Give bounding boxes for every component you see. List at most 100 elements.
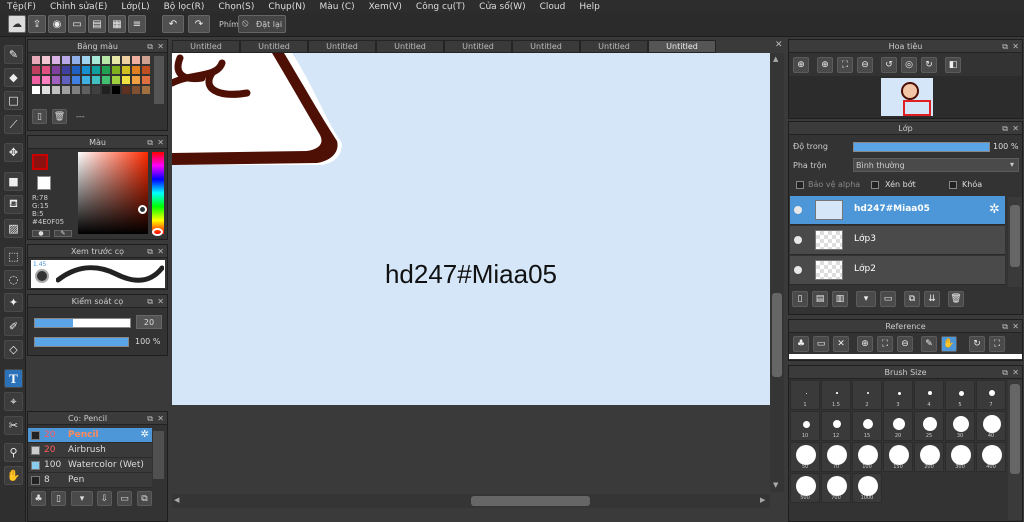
- select-rect-tool-icon[interactable]: ⬚: [4, 247, 23, 266]
- eraser-tool-icon[interactable]: ◆: [4, 68, 23, 87]
- navigator-viewport-rect[interactable]: [903, 100, 931, 116]
- document-icon[interactable]: ▤: [88, 15, 106, 33]
- select-eraser-tool-icon[interactable]: ◇: [4, 340, 23, 359]
- protect-alpha-checkbox[interactable]: [796, 181, 804, 189]
- rotate-right-icon[interactable]: ↻: [921, 57, 937, 73]
- brush-add-icon[interactable]: ♣: [31, 491, 46, 506]
- brush-size-cell[interactable]: 12: [821, 411, 851, 441]
- undo-icon[interactable]: ↶: [162, 15, 184, 33]
- palette-swatch[interactable]: [132, 66, 140, 74]
- zoom-fit-icon[interactable]: ⊕: [793, 57, 809, 73]
- palette-swatch[interactable]: [142, 76, 150, 84]
- operation-tool-icon[interactable]: ⌖: [4, 392, 23, 411]
- canvas[interactable]: hd247#Miaa05: [172, 53, 770, 405]
- brush-size-cell[interactable]: 100: [852, 442, 882, 472]
- palette-swatch[interactable]: [62, 56, 70, 64]
- brush-size-cell[interactable]: 70: [821, 442, 851, 472]
- palette-swatch[interactable]: [92, 86, 100, 94]
- brush-size-cell[interactable]: 500: [790, 473, 820, 503]
- tab-7[interactable]: Untitled: [648, 40, 716, 53]
- brush-size-cell[interactable]: 700: [821, 473, 851, 503]
- palette-swatch[interactable]: [142, 66, 150, 74]
- palette-swatch[interactable]: [42, 56, 50, 64]
- palette-swatch[interactable]: [42, 86, 50, 94]
- menu-item-4[interactable]: Chọn(S): [211, 2, 261, 12]
- bucket-tool-icon[interactable]: ⛾: [4, 195, 23, 214]
- reset-rotation-icon[interactable]: ◎: [901, 57, 917, 73]
- canvas-text[interactable]: hd247#Miaa05: [172, 259, 770, 290]
- hue-slider[interactable]: [152, 152, 164, 234]
- rectangle-tool-icon[interactable]: □: [4, 91, 23, 110]
- grid-icon[interactable]: ▦: [108, 15, 126, 33]
- eyedrop-color-button[interactable]: ✎: [54, 230, 72, 237]
- actual-size-icon[interactable]: ⛶: [877, 336, 893, 352]
- brush-size-scrollbar[interactable]: [1008, 380, 1022, 520]
- copy-icon[interactable]: ⧉: [137, 491, 152, 506]
- layer-row[interactable]: Lớp3: [790, 226, 1005, 255]
- new-layer-icon[interactable]: ▯: [792, 291, 808, 307]
- brush-menu-icon[interactable]: ▾: [71, 491, 93, 506]
- visibility-icon[interactable]: [794, 206, 802, 214]
- lasso-tool-icon[interactable]: ◌: [4, 270, 23, 289]
- brush-list-item[interactable]: 100 Watercolor (Wet): [28, 458, 152, 473]
- new-page-icon[interactable]: ▯: [32, 109, 47, 124]
- lock-checkbox[interactable]: [949, 181, 957, 189]
- menu-item-8[interactable]: Công cụ(T): [409, 2, 472, 12]
- brush-size-value[interactable]: 20: [136, 315, 162, 329]
- palette-swatch[interactable]: [92, 76, 100, 84]
- trash-icon[interactable]: 🗑: [52, 109, 67, 124]
- layer-scrollbar[interactable]: [1008, 197, 1022, 287]
- speech-bubble-icon[interactable]: ◉: [48, 15, 66, 33]
- brush-opacity-slider[interactable]: [34, 337, 129, 347]
- actual-size-icon[interactable]: ⛶: [837, 57, 853, 73]
- palette-swatch[interactable]: [142, 56, 150, 64]
- brush-size-cell[interactable]: 300: [945, 442, 975, 472]
- background-color-swatch[interactable]: [37, 176, 51, 190]
- tab-1[interactable]: Untitled: [240, 40, 308, 53]
- reference-view[interactable]: [789, 354, 1022, 359]
- cloud-icon[interactable]: ☁: [8, 15, 26, 33]
- brush-size-cell[interactable]: 20: [883, 411, 913, 441]
- flip-icon[interactable]: ◧: [945, 57, 961, 73]
- gear-icon[interactable]: ✲: [989, 202, 1000, 217]
- palette-swatch[interactable]: [32, 76, 40, 84]
- layer-row[interactable]: hd247#Miaa05 ✲: [790, 196, 1005, 225]
- brush-size-cell[interactable]: 40: [976, 411, 1006, 441]
- palette-swatch[interactable]: [52, 66, 60, 74]
- brush-list-item[interactable]: 8 Pen: [28, 473, 152, 488]
- color-picker-handle[interactable]: [138, 205, 147, 214]
- brush-tool-icon[interactable]: ✎: [4, 45, 23, 64]
- gear-icon[interactable]: ✲: [141, 429, 149, 440]
- menu-item-9[interactable]: Cửa sổ(W): [472, 2, 532, 12]
- layer-row[interactable]: Lớp2: [790, 256, 1005, 285]
- brush-size-cell[interactable]: 1: [790, 380, 820, 410]
- folder-icon[interactable]: ▭: [117, 491, 132, 506]
- palette-swatch[interactable]: [92, 56, 100, 64]
- palette-swatch[interactable]: [42, 76, 50, 84]
- palette-swatch[interactable]: [72, 86, 80, 94]
- palette-swatch[interactable]: [82, 76, 90, 84]
- eyedropper-tool-icon[interactable]: ⚲: [4, 443, 23, 462]
- palette-swatch[interactable]: [122, 66, 130, 74]
- layer-opacity-slider[interactable]: [853, 142, 990, 152]
- close-icon[interactable]: ✕: [833, 336, 849, 352]
- move-tool-icon[interactable]: ✥: [4, 143, 23, 162]
- palette-swatch[interactable]: [112, 56, 120, 64]
- line-tool-icon[interactable]: ⟋: [4, 115, 23, 134]
- tab-6[interactable]: Untitled: [580, 40, 648, 53]
- open-folder-icon[interactable]: ▭: [813, 336, 829, 352]
- brush-size-cell[interactable]: 5: [945, 380, 975, 410]
- palette-swatch[interactable]: [132, 56, 140, 64]
- navigator-view[interactable]: [789, 76, 1022, 118]
- brush-size-cell[interactable]: 4: [914, 380, 944, 410]
- horizontal-scrollbar-thumb[interactable]: [471, 496, 590, 506]
- reference-add-icon[interactable]: ♣: [793, 336, 809, 352]
- export-icon[interactable]: ⇪: [28, 15, 46, 33]
- reset-button[interactable]: ⦸ Đặt lại: [238, 15, 286, 33]
- export-icon[interactable]: ⇩: [97, 491, 112, 506]
- tab-5[interactable]: Untitled: [512, 40, 580, 53]
- close-tab-icon[interactable]: ✕: [775, 40, 783, 50]
- palette-swatch[interactable]: [32, 66, 40, 74]
- menu-item-7[interactable]: Xem(V): [362, 2, 409, 12]
- tab-2[interactable]: Untitled: [308, 40, 376, 53]
